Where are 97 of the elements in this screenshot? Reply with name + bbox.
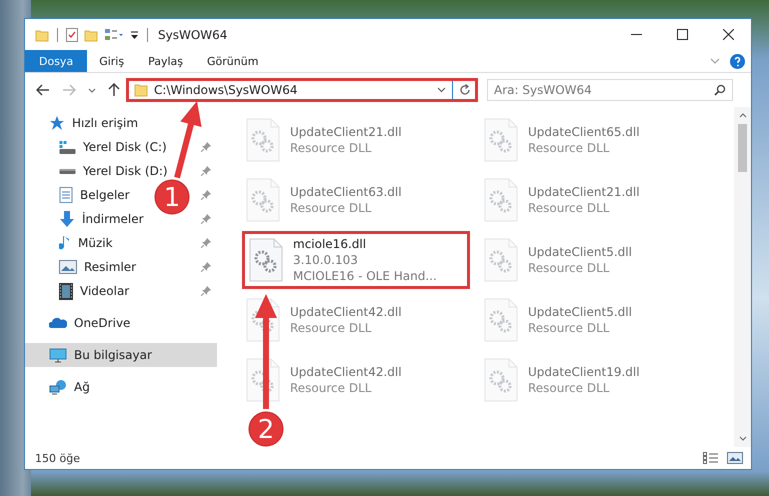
minimize-icon — [630, 34, 642, 35]
nav-item[interactable]: Resimler — [25, 255, 142, 279]
expand-ribbon-icon[interactable] — [710, 58, 720, 64]
pin-icon[interactable] — [201, 238, 211, 248]
file-name: UpdateClient5.dll — [528, 304, 632, 320]
file-detail: Resource DLL — [290, 200, 372, 216]
details-view-icon[interactable] — [703, 452, 719, 464]
ribbon-tab[interactable]: Paylaş — [136, 50, 195, 72]
gear-file-icon — [484, 118, 518, 162]
gear-file-icon — [246, 118, 280, 162]
file-name: UpdateClient21.dll — [528, 184, 640, 200]
file-name: UpdateClient63.dll — [290, 184, 402, 200]
pin-icon[interactable] — [201, 262, 211, 272]
file-name: UpdateClient42.dll — [290, 304, 402, 320]
picture-icon — [59, 260, 77, 274]
up-arrow-icon[interactable] — [108, 83, 120, 97]
folder-icon — [134, 83, 148, 97]
item-count: 150 öğe — [35, 452, 80, 464]
customize-arrow-icon[interactable] — [130, 30, 139, 40]
file-tile[interactable]: UpdateClient5.dll Resource DLL — [480, 291, 708, 349]
recent-locations-icon[interactable] — [88, 88, 96, 92]
file-detail: Resource DLL — [528, 140, 610, 156]
file-detail: Resource DLL — [528, 260, 610, 276]
file-detail: Resource DLL — [290, 140, 372, 156]
download-arrow-icon — [59, 211, 75, 227]
nav-item[interactable]: Yerel Disk (C:) — [25, 135, 173, 159]
file-detail: Resource DLL — [528, 320, 610, 336]
search-icon — [714, 84, 726, 96]
properties-icon[interactable] — [66, 28, 78, 42]
help-icon[interactable] — [730, 54, 745, 68]
star-icon — [49, 115, 65, 131]
music-note-icon — [59, 235, 71, 251]
nav-item[interactable]: OneDrive — [25, 311, 217, 335]
nav-item[interactable]: Bu bilgisayar — [25, 343, 217, 367]
window-title: SysWOW64 — [158, 28, 228, 42]
nav-item[interactable]: Ağ — [25, 375, 217, 399]
document-icon — [59, 187, 73, 203]
file-tile[interactable]: UpdateClient5.dll Resource DLL — [480, 231, 708, 289]
address-path: C:\Windows\SysWOW64 — [154, 83, 298, 97]
search-field[interactable]: Ara: SysWOW64 — [487, 79, 733, 101]
file-detail: Resource DLL — [528, 200, 610, 216]
ribbon-tab[interactable]: Görünüm — [195, 50, 270, 72]
dropdown-caret-icon[interactable] — [437, 87, 446, 93]
file-tile[interactable]: UpdateClient19.dll Resource DLL — [480, 351, 708, 409]
pin-icon[interactable] — [201, 142, 211, 152]
pin-icon[interactable] — [201, 190, 211, 200]
nav-item[interactable]: İndirmeler — [25, 207, 150, 231]
ribbon-tab[interactable]: Giriş — [87, 50, 136, 72]
gear-file-icon — [249, 238, 283, 282]
nav-item[interactable]: Müzik — [25, 231, 119, 255]
gear-file-icon — [246, 178, 280, 222]
pin-icon[interactable] — [201, 214, 211, 224]
file-detail: MCIOLE16 - OLE Hand... — [293, 268, 437, 284]
cloud-icon — [49, 317, 67, 329]
nav-item[interactable]: Belgeler — [25, 183, 136, 207]
file-name: mciole16.dll — [293, 236, 368, 252]
film-icon — [59, 282, 73, 300]
network-icon — [49, 379, 67, 395]
file-name: UpdateClient5.dll — [528, 244, 632, 260]
address-bar[interactable]: C:\Windows\SysWOW64 — [126, 78, 478, 102]
gear-file-icon — [484, 238, 518, 282]
step-number-badge: 1 — [154, 180, 190, 214]
scrollbar-thumb[interactable] — [738, 124, 747, 172]
large-icons-view-icon[interactable] — [727, 452, 743, 464]
file-tile[interactable]: mciole16.dll 3.10.0.103 MCIOLE16 - OLE Hand... — [242, 231, 470, 289]
file-detail: Resource DLL — [290, 380, 372, 396]
maximize-icon — [676, 29, 688, 40]
scrollbar[interactable] — [734, 107, 751, 447]
ribbon-tab[interactable]: Dosya — [25, 50, 88, 72]
file-detail: Resource DLL — [290, 320, 372, 336]
file-name: UpdateClient42.dll — [290, 364, 402, 380]
file-tile[interactable]: UpdateClient65.dll Resource DLL — [480, 111, 708, 169]
pin-icon[interactable] — [201, 166, 211, 176]
file-detail: 3.10.0.103 — [293, 252, 359, 268]
file-name: UpdateClient21.dll — [290, 124, 402, 140]
gear-file-icon — [484, 298, 518, 342]
close-icon — [722, 29, 734, 40]
file-name: UpdateClient65.dll — [528, 124, 640, 140]
file-tile[interactable]: UpdateClient21.dll Resource DLL — [480, 171, 708, 229]
file-tile[interactable]: UpdateClient21.dll Resource DLL — [242, 111, 470, 169]
scroll-up-icon[interactable] — [738, 113, 746, 118]
step-number-badge: 2 — [248, 412, 284, 446]
scroll-down-icon[interactable] — [738, 436, 746, 441]
file-detail: Resource DLL — [528, 380, 610, 396]
back-arrow-icon[interactable] — [36, 84, 50, 96]
refresh-icon[interactable] — [459, 84, 471, 96]
view-dropdown-icon[interactable] — [104, 28, 124, 42]
file-tile[interactable]: UpdateClient63.dll Resource DLL — [242, 171, 470, 229]
monitor-icon — [49, 348, 67, 362]
nav-item[interactable]: Hızlı erişim — [25, 111, 217, 135]
gear-file-icon — [484, 178, 518, 222]
drive-icon — [59, 140, 76, 154]
pin-icon[interactable] — [201, 286, 211, 296]
file-name: UpdateClient19.dll — [528, 364, 640, 380]
nav-item[interactable]: Videolar — [25, 279, 136, 303]
gear-file-icon — [484, 358, 518, 402]
drive-icon — [59, 168, 76, 174]
